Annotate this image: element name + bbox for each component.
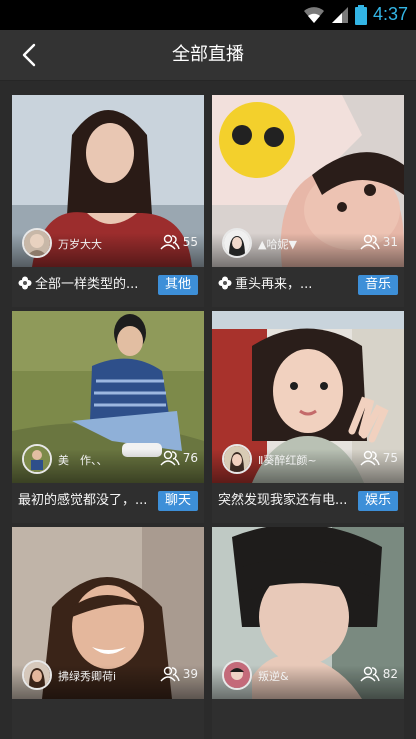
live-room-card[interactable]: 美 作、、 76 最初的感觉都没了，... 聊天 (12, 311, 204, 523)
room-caption: 最初的感觉都没了，... (18, 489, 163, 513)
status-bar: 4:37 (0, 0, 416, 30)
viewer-count-value: 76 (182, 451, 198, 465)
viewer-count: 55 (160, 234, 198, 250)
people-icon (160, 666, 180, 682)
viewer-count-value: 82 (382, 667, 398, 681)
avatar[interactable] (222, 444, 252, 474)
back-chevron-icon[interactable] (18, 42, 44, 68)
viewer-count: 75 (360, 450, 398, 466)
room-caption: 突然发现我家还有电... (218, 489, 363, 513)
viewer-count: 31 (360, 234, 398, 250)
viewer-count-value: 31 (382, 235, 398, 249)
app-bar: 全部直播 (0, 30, 416, 81)
room-caption-text: 重头再来，... (235, 277, 313, 292)
category-tag[interactable]: 聊天 (157, 491, 198, 511)
avatar[interactable] (222, 228, 252, 258)
host-name: ▲哈妮▼ (258, 238, 297, 251)
people-icon (360, 234, 380, 250)
live-room-card[interactable]: 叛逆& 82 (212, 527, 404, 739)
wifi-icon (303, 6, 324, 23)
category-tag[interactable]: 娱乐 (357, 491, 398, 511)
viewer-count: 39 (160, 666, 198, 682)
room-caption: 全部一样类型的... (18, 273, 154, 297)
category-tag[interactable]: 其他 (157, 275, 198, 295)
host-name: 美 作、、 (58, 454, 108, 467)
live-room-card[interactable]: ▲哈妮▼ 31 重头再来，... 音乐 (212, 95, 404, 307)
viewer-count-value: 75 (382, 451, 398, 465)
avatar[interactable] (222, 660, 252, 690)
avatar[interactable] (22, 444, 52, 474)
viewer-count-value: 55 (182, 235, 198, 249)
host-name: 拂绿秀卿荷i (58, 670, 117, 683)
room-caption-text: 突然发现我家还有电... (218, 493, 348, 508)
clock: 4:37 (372, 4, 408, 24)
room-caption-text: 最初的感觉都没了，... (18, 493, 148, 508)
people-icon (360, 450, 380, 466)
viewer-count-value: 39 (182, 667, 198, 681)
viewer-count: 82 (360, 666, 398, 682)
avatar[interactable] (22, 660, 52, 690)
people-icon (360, 666, 380, 682)
host-name: 万岁大大 (58, 238, 102, 251)
viewer-count: 76 (160, 450, 198, 466)
host-name: 叛逆& (258, 670, 289, 683)
room-caption: 重头再来，... (218, 273, 354, 297)
flower-icon (218, 276, 232, 290)
host-name: Ⅱ葵醉红颜~ (258, 454, 317, 467)
people-icon (160, 450, 180, 466)
page-title: 全部直播 (172, 44, 244, 65)
avatar[interactable] (22, 228, 52, 258)
live-room-card[interactable]: 万岁大大 55 全部一样类型的... 其他 (12, 95, 204, 307)
live-room-card[interactable]: 拂绿秀卿荷i 39 (12, 527, 204, 739)
people-icon (160, 234, 180, 250)
category-tag[interactable]: 音乐 (357, 275, 398, 295)
flower-icon (18, 276, 32, 290)
battery-icon (354, 4, 367, 25)
room-caption-text: 全部一样类型的... (35, 277, 139, 292)
live-room-card[interactable]: Ⅱ葵醉红颜~ 75 突然发现我家还有电... 娱乐 (212, 311, 404, 523)
signal-icon (331, 6, 348, 23)
